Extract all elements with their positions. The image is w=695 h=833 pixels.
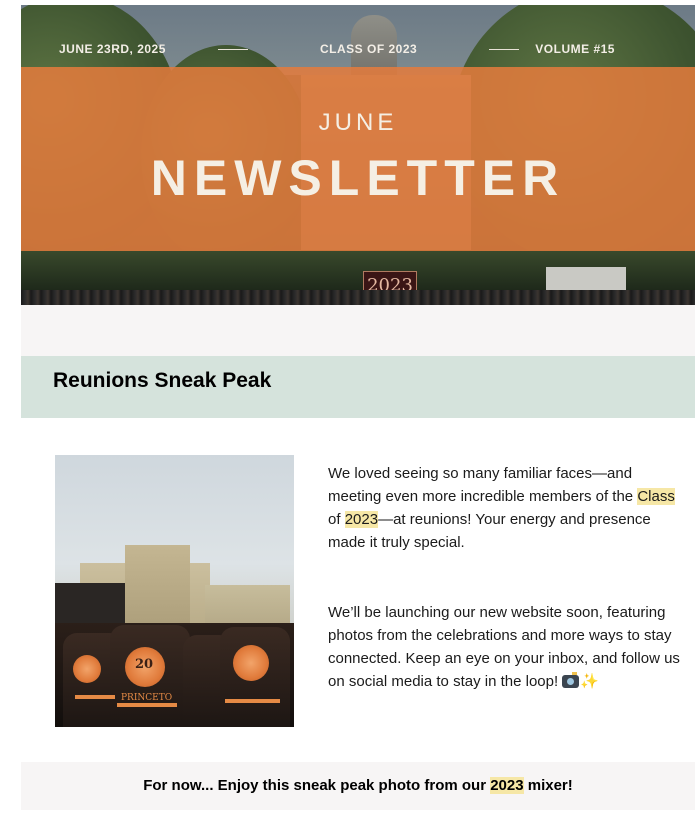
photo-emblem [233, 645, 269, 681]
topbar-divider [489, 48, 520, 50]
body-text-run: We’ll be launching our new website soon,… [328, 604, 680, 690]
footer-text: For now... Enjoy this sneak peak photo f… [143, 777, 491, 794]
footer-text: mixer! [523, 777, 573, 794]
jacket-text: PRINCETO [121, 693, 173, 703]
body-text-run: of [328, 511, 345, 528]
hero-crowd [21, 290, 695, 305]
volume-label: VOLUME #15 [535, 42, 615, 56]
spacer [21, 305, 695, 356]
photo-emblem [73, 655, 101, 683]
section-heading: Reunions Sneak Peak [53, 369, 272, 392]
hero-topbar-left: JUNE 23RD, 2025 [59, 42, 248, 56]
section-heading-bar: Reunions Sneak Peak [21, 356, 695, 418]
hero-title-band: JUNE NEWSLETTER [21, 67, 695, 251]
reunion-photo: PRINCETO 20 [55, 455, 294, 727]
topbar-divider [217, 48, 248, 50]
highlight-class: Class [637, 488, 675, 505]
camera-icon [562, 672, 580, 688]
sparkle-icon: ✨ [580, 673, 599, 690]
hero-banner: 2023 JUNE 23RD, 2025 CLASS OF 2023 VOLUM… [21, 5, 695, 305]
class-label: CLASS OF 2023 [319, 42, 418, 56]
body-text-run: We loved seeing so many familiar faces—a… [328, 465, 638, 505]
jacket-emblem-text: 20 [135, 657, 154, 672]
body-paragraph-1: We loved seeing so many familiar faces—a… [328, 462, 688, 554]
body-paragraph-2: We’ll be launching our new website soon,… [328, 601, 688, 693]
hero-topbar: JUNE 23RD, 2025 CLASS OF 2023 VOLUME #15 [21, 37, 695, 61]
hero-month: JUNE [318, 109, 398, 136]
body-text: We loved seeing so many familiar faces—a… [328, 462, 688, 693]
highlight-year: 2023 [490, 777, 524, 794]
photo-stripe [225, 699, 280, 703]
hero-topbar-right: VOLUME #15 [489, 42, 615, 56]
hero-title: NEWSLETTER [150, 150, 566, 206]
photo-stripe [75, 695, 115, 699]
highlight-year: 2023 [344, 511, 379, 528]
footer-callout: For now... Enjoy this sneak peak photo f… [21, 762, 695, 810]
newsletter-page: 2023 JUNE 23RD, 2025 CLASS OF 2023 VOLUM… [0, 0, 695, 833]
photo-stripe [117, 703, 177, 707]
issue-date: JUNE 23RD, 2025 [59, 42, 166, 56]
